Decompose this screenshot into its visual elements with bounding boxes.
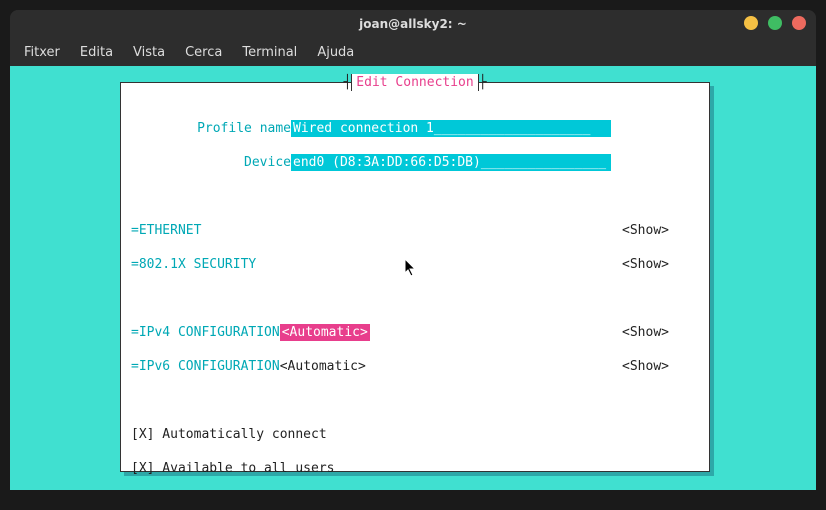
maximize-button[interactable] <box>768 16 782 30</box>
menu-view[interactable]: Vista <box>133 45 165 60</box>
ipv4-show[interactable]: <Show> <box>622 324 699 341</box>
menu-edit[interactable]: Edita <box>80 45 113 60</box>
titlebar: joan@allsky2: ~ <box>10 10 816 38</box>
menu-file[interactable]: Fitxer <box>24 45 60 60</box>
profile-name-label: Profile name <box>131 120 291 137</box>
section-ipv6[interactable]: IPv6 CONFIGURATION <box>139 358 280 375</box>
menu-search[interactable]: Cerca <box>185 45 222 60</box>
section-ipv4[interactable]: IPv4 CONFIGURATION <box>139 324 280 341</box>
window-title: joan@allsky2: ~ <box>359 17 467 31</box>
dialog-title: Edit Connection <box>351 74 478 91</box>
nmtui-edit-connection-dialog: ┤ Edit Connection ├ Profile name Wired c… <box>120 82 710 472</box>
device-label: Device <box>131 154 291 171</box>
section-ethernet[interactable]: ETHERNET <box>139 222 202 239</box>
terminal-window: joan@allsky2: ~ Fitxer Edita Vista Cerca… <box>10 10 816 490</box>
close-button[interactable] <box>792 16 806 30</box>
ethernet-show[interactable]: <Show> <box>622 222 699 239</box>
ipv6-show[interactable]: <Show> <box>622 358 699 375</box>
window-controls <box>744 16 806 30</box>
menu-terminal[interactable]: Terminal <box>242 45 297 60</box>
minimize-button[interactable] <box>744 16 758 30</box>
section-8021x[interactable]: 802.1X SECURITY <box>139 256 256 273</box>
sec8021x-show[interactable]: <Show> <box>622 256 699 273</box>
ipv4-mode-selector[interactable]: <Automatic> <box>280 324 370 341</box>
auto-connect-checkbox[interactable]: [X] Automatically connect <box>131 426 327 443</box>
menu-help[interactable]: Ajuda <box>317 45 354 60</box>
device-input[interactable]: end0 (D8:3A:DD:66:D5:DB)________________ <box>291 154 611 171</box>
profile-name-input[interactable]: Wired connection 1____________________ <box>291 120 611 137</box>
all-users-checkbox[interactable]: [X] Available to all users <box>131 460 335 477</box>
menubar: Fitxer Edita Vista Cerca Terminal Ajuda <box>10 38 816 66</box>
ipv6-mode-selector[interactable]: <Automatic> <box>280 358 366 375</box>
terminal-viewport[interactable]: ┤ Edit Connection ├ Profile name Wired c… <box>10 66 816 490</box>
